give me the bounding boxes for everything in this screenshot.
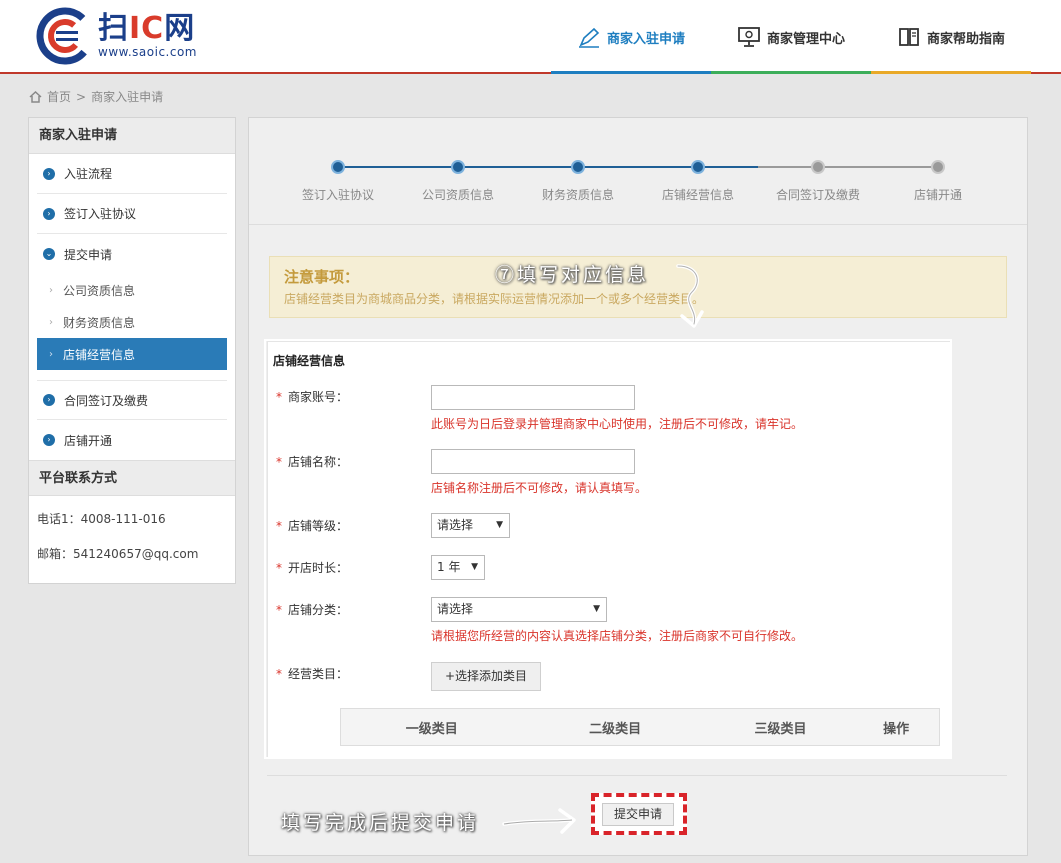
sidebar-subitem-finance[interactable]: › 财务资质信息 (37, 306, 227, 338)
nav-underline (551, 71, 711, 74)
open-duration-select[interactable]: 1 年 ▼ (431, 555, 485, 580)
sidebar-subitem-label: 公司资质信息 (63, 283, 136, 298)
step-dot (811, 160, 825, 174)
monitor-icon (738, 27, 760, 47)
logo-mark-icon (36, 7, 94, 65)
step-label: 财务资质信息 (541, 188, 614, 202)
chevron-right-icon: › (49, 316, 53, 328)
shop-info-form: 店铺经营信息 * 商家账号： 此账号为日后登录并管理商家中心时使用，注册后不可修改… (267, 341, 951, 758)
nav-label: 商家帮助指南 (926, 31, 1005, 47)
table-header-level2: 二级类目 (589, 721, 642, 737)
sidebar-item-label: 入驻流程 (64, 167, 113, 181)
annotation-step7: ⑦填写对应信息 (495, 264, 650, 286)
add-category-button[interactable]: +选择添加类目 (431, 662, 542, 691)
shop-level-label: * 店铺等级： (275, 519, 348, 533)
sidebar: 商家入驻申请 › 入驻流程 › 签订入驻协议 ⌄ 提交申请 › 公司资质信息 ›… (28, 117, 236, 584)
form-title: 店铺经营信息 (273, 354, 346, 368)
table-header-action: 操作 (883, 721, 910, 737)
chevron-right-icon: › (43, 394, 55, 406)
divider (267, 775, 1007, 776)
curved-arrow-down-icon (676, 264, 704, 328)
sidebar-subitem-label: 财务资质信息 (63, 315, 136, 330)
shop-name-label: * 店铺名称： (275, 455, 348, 469)
main-panel: 签订入驻协议 公司资质信息 财务资质信息 店铺经营信息 合同签订及缴费 店铺开通 注意事项… (248, 117, 1028, 856)
step-connector (698, 166, 818, 168)
step-label: 公司资质信息 (421, 188, 494, 202)
submit-highlight: 提交申请 (591, 793, 687, 835)
nav-underline (871, 71, 1031, 74)
annotation-submit: 填写完成后提交申请 (281, 812, 480, 834)
step-label: 店铺开通 (913, 188, 962, 202)
nav-merchant-center[interactable]: 商家管理中心 (711, 0, 871, 74)
category-table-header: 一级类目 二级类目 三级类目 操作 (340, 708, 940, 746)
nav-merchant-help[interactable]: 商家帮助指南 (871, 0, 1031, 74)
step-label: 合同签订及缴费 (775, 188, 860, 202)
breadcrumb-separator: > (76, 89, 87, 104)
step-dot (571, 160, 585, 174)
chevron-right-icon: › (43, 434, 55, 446)
dropdown-caret-icon: ▼ (593, 604, 600, 614)
sidebar-item-label: 店铺开通 (64, 433, 113, 448)
sidebar-item-label: 签订入驻协议 (64, 207, 137, 221)
dropdown-caret-icon: ▼ (471, 562, 478, 572)
site-header: 扫IC网 www.saoic.com 商家入驻申请 商家管理中心 商家帮助指南 (0, 0, 1061, 74)
breadcrumb-current: 商家入驻申请 (91, 90, 164, 104)
step-dot (691, 160, 705, 174)
shop-level-select[interactable]: 请选择 ▼ (431, 513, 510, 538)
sidebar-item-label: 合同签订及缴费 (64, 393, 149, 408)
chevron-down-icon: ⌄ (43, 248, 55, 260)
step-dot (451, 160, 465, 174)
shop-name-hint: 店铺名称注册后不可修改，请认真填写。 (431, 481, 648, 495)
step-connector (338, 166, 458, 168)
chevron-right-icon: › (49, 284, 53, 296)
business-scope-label: * 经营类目： (275, 667, 348, 681)
step-dot (331, 160, 345, 174)
sidebar-title: 商家入驻申请 (29, 118, 235, 154)
nav-underline (711, 71, 871, 74)
sidebar-item-submit[interactable]: ⌄ 提交申请 (37, 234, 227, 274)
chevron-right-icon: › (43, 167, 55, 180)
top-nav: 商家入驻申请 商家管理中心 商家帮助指南 (551, 0, 1031, 74)
sidebar-item-label: 提交申请 (64, 247, 113, 262)
submit-button[interactable]: 提交申请 (602, 803, 674, 826)
notice-text: 店铺经营类目为商城商品分类，请根据实际运营情况添加一个或多个经营类目。 (284, 292, 705, 306)
shop-name-input[interactable] (431, 449, 635, 474)
nav-label: 商家入驻申请 (606, 31, 685, 47)
breadcrumb: 首页 > 商家入驻申请 (29, 88, 163, 105)
breadcrumb-home[interactable]: 首页 (47, 88, 71, 105)
book-icon (899, 28, 919, 46)
sidebar-subitem-company[interactable]: › 公司资质信息 (37, 274, 227, 306)
step-connector (578, 166, 698, 168)
logo-title: 扫IC网 (98, 11, 196, 46)
logo-url: www.saoic.com (98, 45, 197, 59)
sidebar-item-agreement[interactable]: › 签订入驻协议 (37, 194, 227, 234)
sidebar-item-process[interactable]: › 入驻流程 (37, 154, 227, 194)
account-hint: 此账号为日后登录并管理商家中心时使用，注册后不可修改，请牢记。 (431, 417, 804, 431)
open-duration-label: * 开店时长： (275, 561, 348, 575)
nav-label: 商家管理中心 (766, 31, 845, 47)
site-logo[interactable]: 扫IC网 www.saoic.com (36, 5, 197, 67)
sidebar-subitem-label: 店铺经营信息 (63, 347, 136, 362)
step-connector (458, 166, 578, 168)
account-input[interactable] (431, 385, 635, 410)
sidebar-subitem-shop-info[interactable]: › 店铺经营信息 (37, 338, 227, 370)
chevron-right-icon: › (49, 348, 53, 360)
step-label: 店铺经营信息 (661, 188, 734, 202)
step-dot (931, 160, 945, 174)
shop-category-hint: 请根据您所经营的内容认真选择店铺分类，注册后商家不可自行修改。 (431, 629, 804, 643)
account-label: * 商家账号： (275, 390, 348, 404)
home-icon (29, 90, 42, 103)
table-header-level1: 一级类目 (405, 721, 458, 737)
dropdown-caret-icon: ▼ (496, 520, 503, 530)
pen-icon (578, 27, 600, 48)
step-label: 签订入驻协议 (301, 188, 374, 202)
table-header-level3: 三级类目 (754, 721, 807, 737)
chevron-right-icon: › (43, 207, 55, 220)
nav-merchant-apply[interactable]: 商家入驻申请 (551, 0, 711, 74)
step-connector (818, 166, 938, 168)
arrow-right-icon (502, 808, 576, 834)
shop-category-select[interactable]: 请选择 ▼ (431, 597, 607, 622)
shop-category-label: * 店铺分类： (275, 603, 348, 617)
progress-steps: 签订入驻协议 公司资质信息 财务资质信息 店铺经营信息 合同签订及缴费 店铺开通 (249, 118, 1027, 225)
